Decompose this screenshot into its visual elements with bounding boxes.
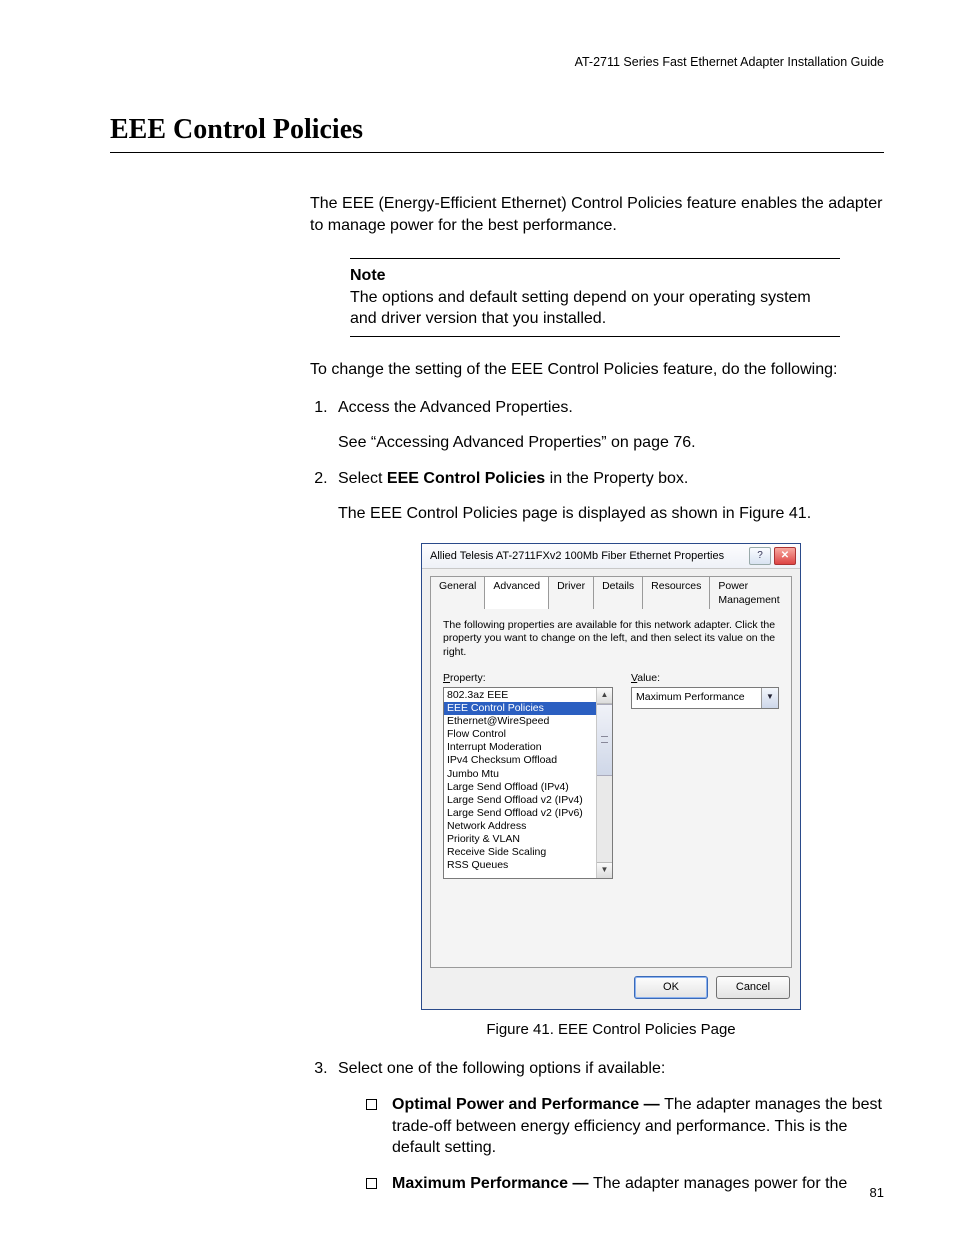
list-item[interactable]: Large Send Offload (IPv4) <box>444 781 596 794</box>
list-item[interactable]: Priority & VLAN <box>444 833 596 846</box>
cancel-button[interactable]: Cancel <box>716 976 790 999</box>
help-icon[interactable]: ? <box>749 547 771 565</box>
list-item[interactable]: Jumbo Mtu <box>444 768 596 781</box>
step-1-sub: See “Accessing Advanced Properties” on p… <box>338 432 884 454</box>
tab-panel-advanced: The following properties are available f… <box>430 608 792 968</box>
close-icon[interactable]: ✕ <box>774 547 796 565</box>
tab-general[interactable]: General <box>430 576 485 609</box>
option-maximum-desc: The adapter manages power for the <box>593 1175 847 1192</box>
tab-description: The following properties are available f… <box>443 619 779 658</box>
step-2-bold: EEE Control Policies <box>387 470 545 487</box>
scroll-up-icon[interactable]: ▲ <box>597 688 612 704</box>
tab-resources[interactable]: Resources <box>642 576 710 609</box>
step-3: Select one of the following options if a… <box>332 1058 884 1194</box>
step-1-text: Access the Advanced Properties. <box>338 399 573 416</box>
list-item[interactable]: Flow Control <box>444 728 596 741</box>
step-2-post: in the Property box. <box>545 470 688 487</box>
intro-paragraph: The EEE (Energy-Efficient Ethernet) Cont… <box>310 193 884 236</box>
step-2: Select EEE Control Policies in the Prope… <box>332 468 884 1041</box>
chevron-down-icon[interactable]: ▼ <box>761 688 778 708</box>
properties-dialog: Allied Telesis AT-2711FXv2 100Mb Fiber E… <box>421 543 801 1010</box>
property-listbox[interactable]: 802.3az EEE EEE Control Policies Etherne… <box>443 687 613 879</box>
section-title: EEE Control Policies <box>110 114 884 146</box>
option-optimal: Optimal Power and Performance — The adap… <box>366 1094 884 1159</box>
value-label: Value: <box>631 671 779 685</box>
scroll-thumb[interactable] <box>597 704 612 776</box>
tab-advanced[interactable]: Advanced <box>484 576 549 609</box>
tab-details[interactable]: Details <box>593 576 643 609</box>
list-item[interactable]: 802.3az EEE <box>444 689 596 702</box>
option-maximum: Maximum Performance — The adapter manage… <box>366 1173 884 1195</box>
property-list-items[interactable]: 802.3az EEE EEE Control Policies Etherne… <box>444 688 596 878</box>
list-item[interactable]: Large Send Offload v2 (IPv4) <box>444 794 596 807</box>
value-combo-text: Maximum Performance <box>632 688 761 708</box>
step-2-pre: Select <box>338 470 387 487</box>
note-box: Note The options and default setting dep… <box>350 258 840 337</box>
running-head: AT-2711 Series Fast Ethernet Adapter Ins… <box>110 55 884 69</box>
list-item[interactable]: Ethernet@WireSpeed <box>444 715 596 728</box>
scroll-down-icon[interactable]: ▼ <box>597 862 612 878</box>
ok-button[interactable]: OK <box>634 976 708 999</box>
list-item[interactable]: Network Address <box>444 820 596 833</box>
dialog-title: Allied Telesis AT-2711FXv2 100Mb Fiber E… <box>430 549 749 564</box>
tab-driver[interactable]: Driver <box>548 576 594 609</box>
option-maximum-label: Maximum Performance — <box>392 1175 593 1192</box>
value-combo[interactable]: Maximum Performance ▼ <box>631 687 779 709</box>
listbox-scrollbar[interactable]: ▲ ▼ <box>596 688 612 878</box>
tab-power-management[interactable]: Power Management <box>709 576 792 609</box>
list-item[interactable]: Receive Side Scaling <box>444 846 596 859</box>
lead-in: To change the setting of the EEE Control… <box>310 359 884 381</box>
list-item[interactable]: Large Send Offload v2 (IPv6) <box>444 807 596 820</box>
list-item-selected[interactable]: EEE Control Policies <box>444 702 596 715</box>
figure-caption: Figure 41. EEE Control Policies Page <box>338 1020 884 1040</box>
tabstrip: General Advanced Driver Details Resource… <box>422 569 800 608</box>
figure-41: Allied Telesis AT-2711FXv2 100Mb Fiber E… <box>421 543 801 1010</box>
section-rule <box>110 152 884 153</box>
note-label: Note <box>350 267 386 284</box>
step-1: Access the Advanced Properties. See “Acc… <box>332 397 884 454</box>
note-text: The options and default setting depend o… <box>350 289 811 328</box>
list-item[interactable]: Interrupt Moderation <box>444 741 596 754</box>
property-label: Property: <box>443 671 613 685</box>
option-optimal-label: Optimal Power and Performance — <box>392 1096 664 1113</box>
page-number: 81 <box>870 1185 884 1200</box>
step-2-sub: The EEE Control Policies page is display… <box>338 503 884 525</box>
dialog-titlebar: Allied Telesis AT-2711FXv2 100Mb Fiber E… <box>422 544 800 569</box>
step-3-text: Select one of the following options if a… <box>338 1060 665 1077</box>
list-item[interactable]: IPv4 Checksum Offload <box>444 754 596 767</box>
list-item[interactable]: RSS Queues <box>444 859 596 872</box>
